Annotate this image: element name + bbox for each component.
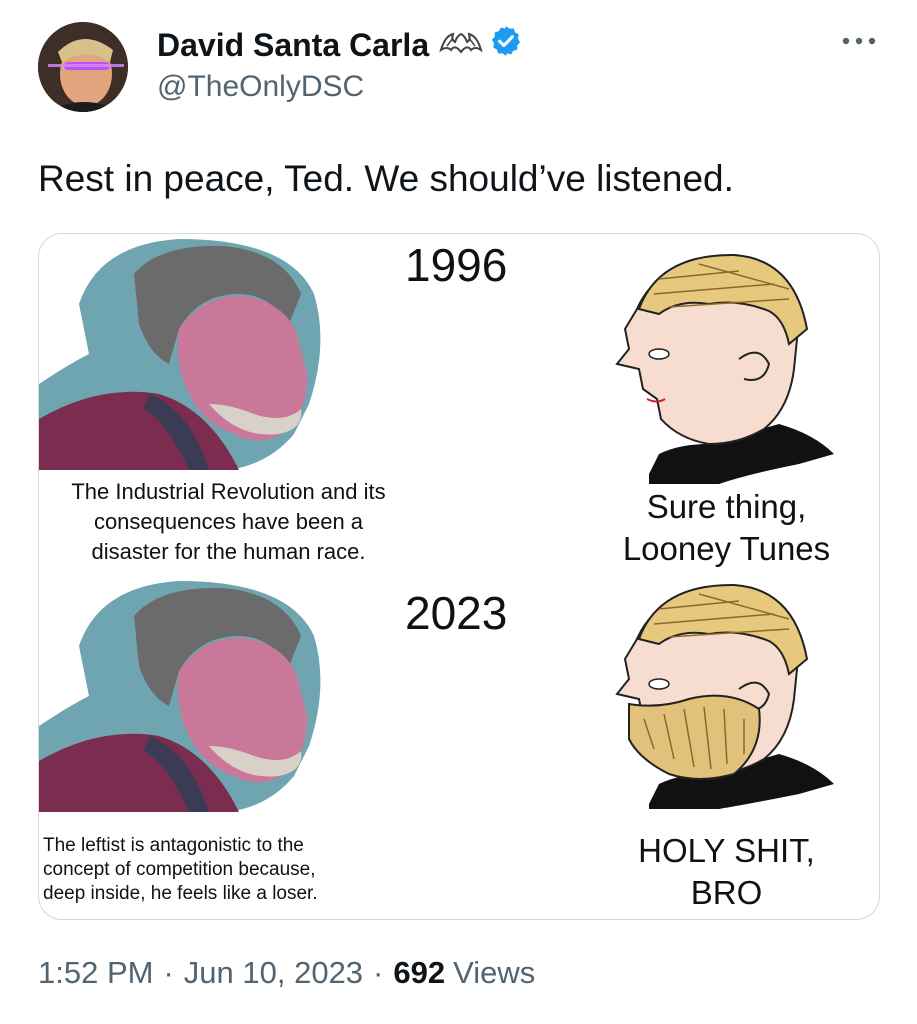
- tweet-date[interactable]: Jun 10, 2023: [184, 955, 363, 991]
- bat-emoji-icon: [439, 27, 483, 64]
- tweet-time[interactable]: 1:52 PM: [38, 955, 153, 991]
- author-name-row[interactable]: David Santa Carla: [157, 24, 523, 66]
- meta-separator: ·: [373, 955, 384, 990]
- meme-caption-left-2023: The leftist is antagonistic to the conce…: [43, 835, 318, 904]
- tweet-text: Rest in peace, Ted. We should’ve listene…: [38, 158, 734, 199]
- avatar-image: [38, 22, 128, 112]
- meme-year-1996: 1996: [405, 239, 508, 291]
- more-horizontal-icon: [842, 37, 876, 45]
- meme-year-2023: 2023: [405, 587, 508, 639]
- views-count[interactable]: 692: [393, 955, 445, 991]
- author-name[interactable]: David Santa Carla: [157, 27, 429, 64]
- tweet-media-card[interactable]: 1996 The Industrial Revolution and its c…: [38, 233, 880, 920]
- tweet-meta: 1:52 PM · Jun 10, 2023 · 692 Views: [38, 955, 535, 991]
- more-options-button[interactable]: [838, 26, 880, 56]
- chad-face-bottom: [615, 583, 834, 809]
- avatar[interactable]: [38, 22, 128, 112]
- meme-caption-right-1996: Sure thing, Looney Tunes: [622, 488, 831, 567]
- author-handle[interactable]: @TheOnlyDSC: [157, 70, 364, 104]
- views-label[interactable]: Views: [453, 955, 535, 991]
- ted-portrait-bottom: [39, 581, 321, 812]
- meme-caption-right-2023: HOLY SHIT, BRO: [638, 832, 815, 911]
- verified-badge-icon[interactable]: [489, 24, 523, 66]
- ted-portrait-top: [39, 239, 321, 470]
- meta-separator: ·: [163, 955, 174, 990]
- meme-caption-left-1996: The Industrial Revolution and its conseq…: [71, 479, 386, 564]
- chad-face-top: [615, 253, 834, 484]
